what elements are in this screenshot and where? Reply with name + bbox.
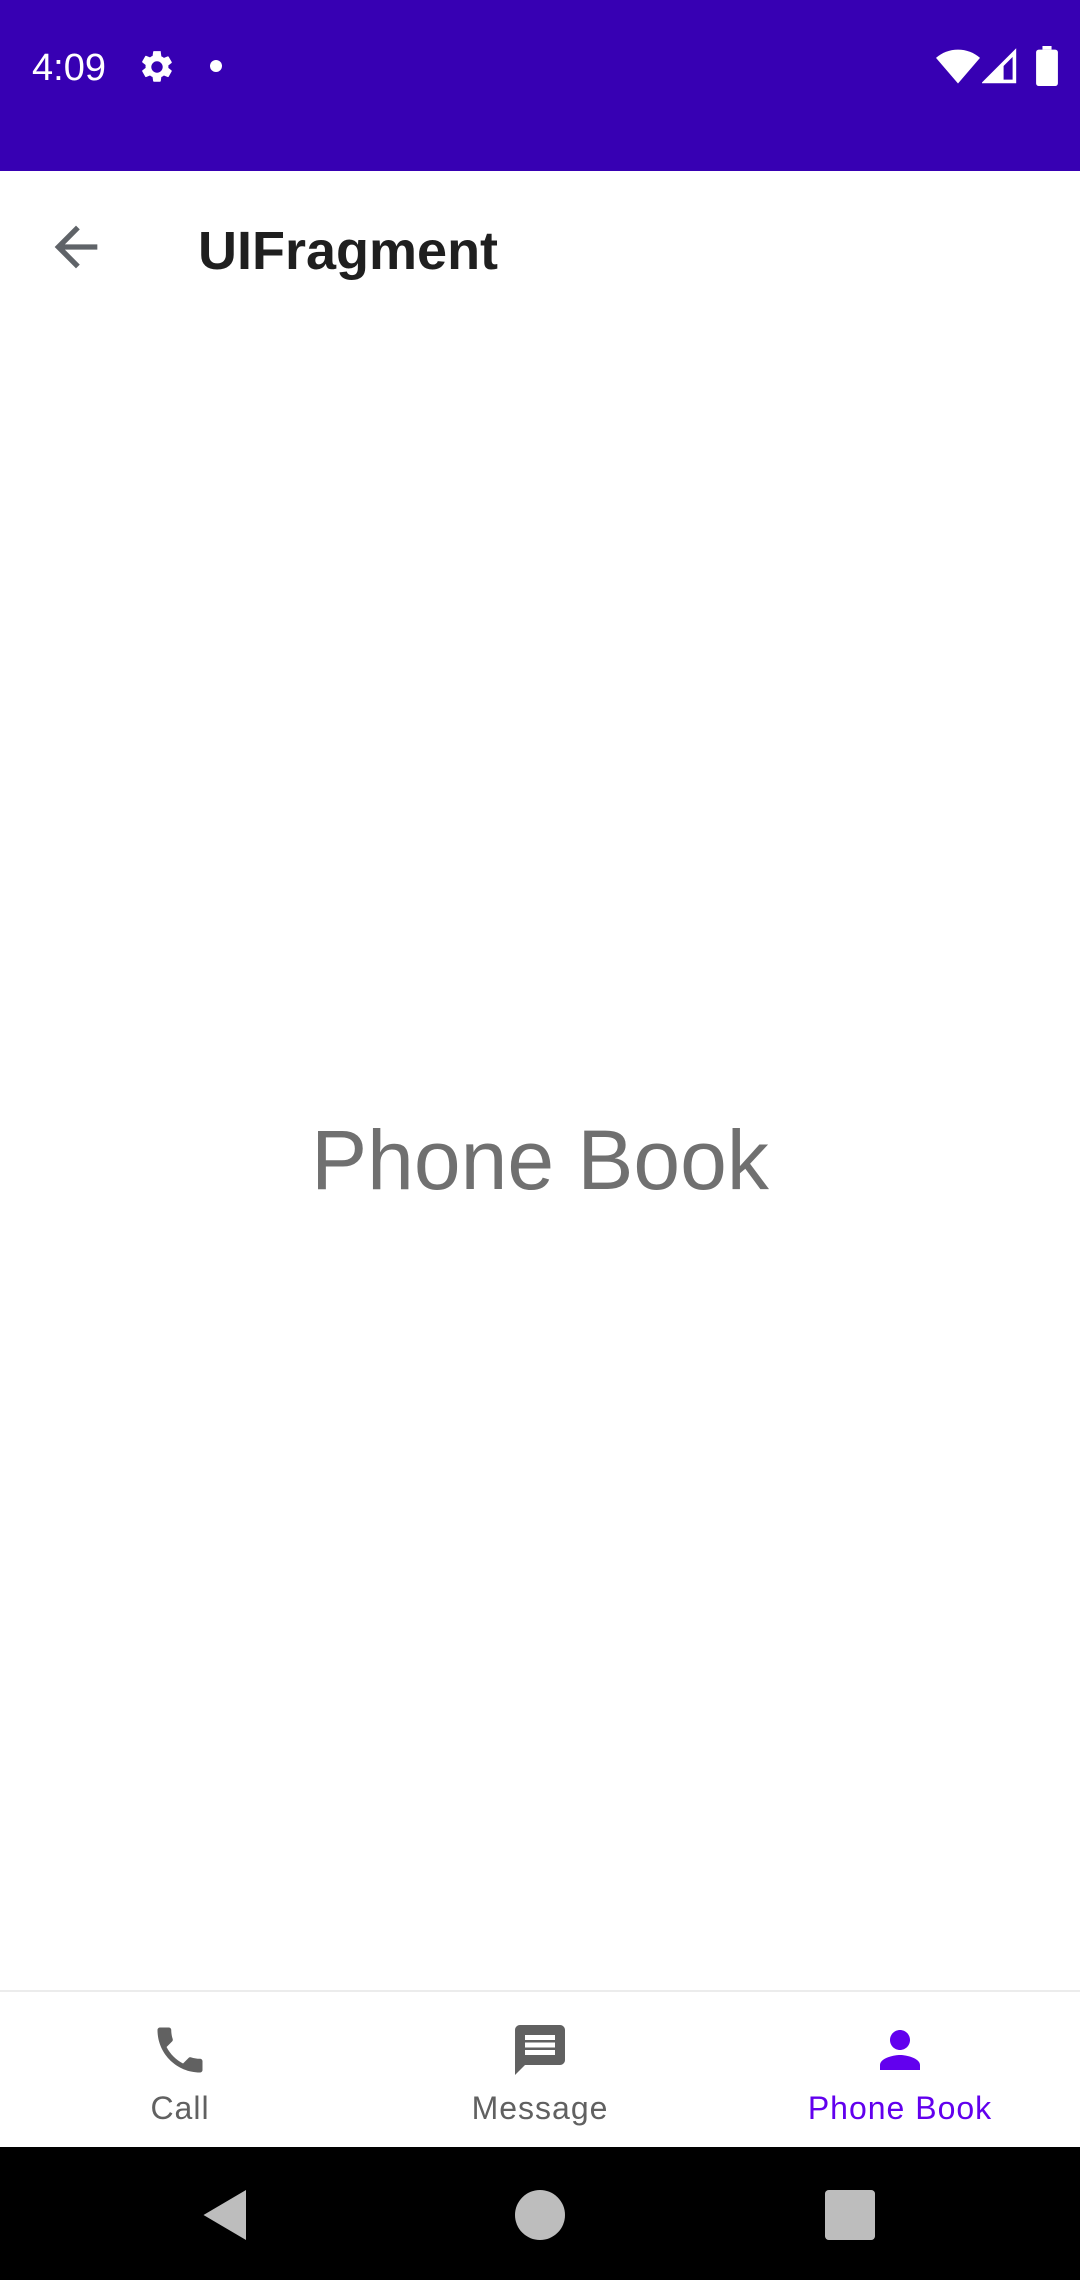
bottom-nav-message[interactable]: Message	[360, 1992, 720, 2147]
page-title: UIFragment	[198, 221, 499, 281]
back-triangle-icon[interactable]	[196, 2185, 256, 2245]
fragment-label: Phone Book	[311, 1113, 769, 1207]
message-icon	[515, 2025, 565, 2075]
battery-icon	[1036, 46, 1058, 86]
home-circle-icon[interactable]	[510, 2185, 570, 2245]
signal-icon	[982, 48, 1017, 84]
gear-icon	[142, 51, 172, 82]
arrow-back-icon[interactable]	[44, 215, 108, 279]
notification-dot-icon	[210, 60, 222, 72]
bottom-navigation: Call Message Phone Book	[0, 1990, 1080, 2147]
app-toolbar: UIFragment	[0, 171, 1080, 327]
system-navigation-bar	[0, 2147, 1080, 2280]
person-icon	[880, 2030, 920, 2070]
status-bar: 4:09	[0, 0, 1080, 171]
status-time: 4:09	[32, 47, 106, 89]
bottom-nav-label: Call	[150, 2090, 210, 2126]
bottom-nav-label: Phone Book	[807, 2090, 993, 2126]
recents-square-icon[interactable]	[820, 2185, 880, 2245]
phone-icon	[157, 2027, 203, 2073]
bottom-nav-label: Message	[471, 2090, 609, 2126]
bottom-nav-call[interactable]: Call	[0, 1992, 360, 2147]
wifi-icon	[936, 49, 980, 84]
bottom-nav-phone-book[interactable]: Phone Book	[720, 1992, 1080, 2147]
